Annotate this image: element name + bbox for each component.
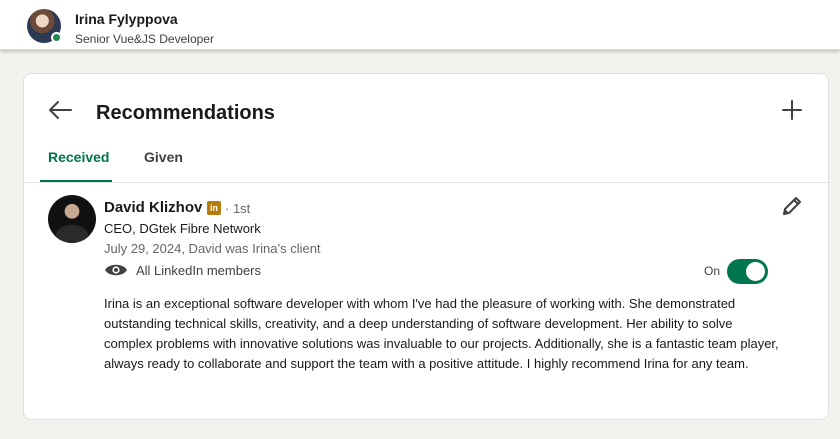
plus-icon[interactable] [781,99,803,121]
tab-given[interactable]: Given [144,149,183,165]
linkedin-icon: in [207,201,221,215]
arrow-left-icon[interactable] [47,100,73,120]
tabs-divider [24,182,830,183]
recommender-title: CEO, DGtek Fibre Network [104,221,261,236]
top-profile-bar: Irina Fylyppova Senior Vue&JS Developer [0,0,840,50]
recommendation-meta: July 29, 2024, David was Irina’s client [104,241,321,256]
pencil-icon[interactable] [781,195,803,217]
show-recommendation-toggle[interactable] [727,259,768,284]
page-title: Recommendations [96,102,275,124]
recommendation-text: Irina is an exceptional software develop… [104,296,779,371]
profile-headline: Senior Vue&JS Developer [75,32,214,46]
profile-name[interactable]: Irina Fylyppova [75,11,178,27]
toggle-label: On [704,264,721,278]
tab-received[interactable]: Received [48,149,109,165]
recommender-avatar[interactable] [48,195,96,243]
connection-degree: · 1st [225,201,251,216]
eye-icon [105,264,127,276]
online-status-dot [51,32,62,43]
recommendations-card: Recommendations Received Given David Kli… [23,73,830,420]
visibility-setting: All LinkedIn members [136,263,261,278]
recommender-name[interactable]: David Klizhov [104,199,202,216]
